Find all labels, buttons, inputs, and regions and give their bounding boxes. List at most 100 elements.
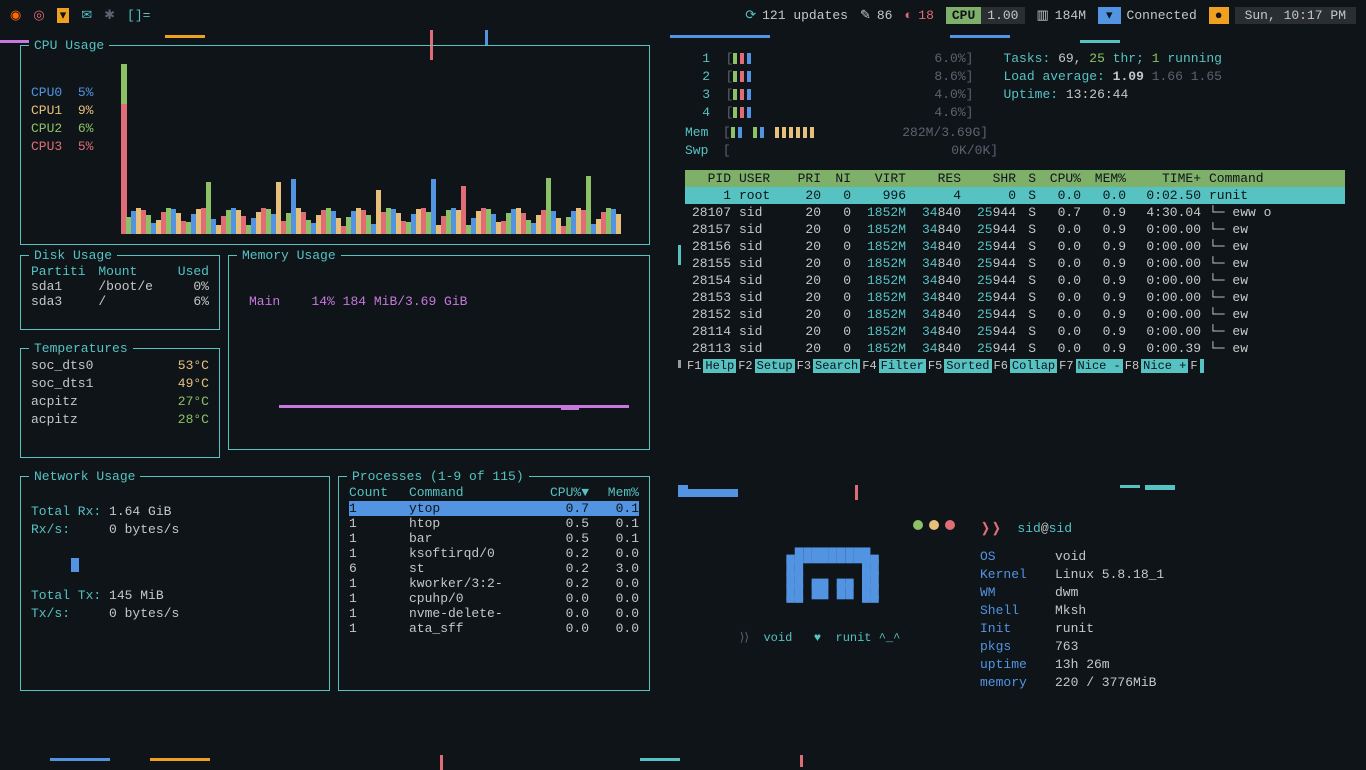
cpu-graph — [121, 64, 639, 234]
temp-row: acpitz27°C — [31, 393, 209, 411]
pocket-icon[interactable]: ▾ — [57, 8, 70, 23]
htop-fn-key[interactable]: F4Filter — [860, 359, 926, 373]
heart-icon: ♥ — [814, 631, 821, 645]
col-header[interactable]: SHR — [965, 171, 1020, 186]
temperatures-panel: Temperatures soc_dts053°Csoc_dts149°Cacp… — [20, 348, 220, 458]
alerts-tray[interactable]: ◐ 18 — [904, 8, 933, 23]
htop-table-header[interactable]: PID USER PRI NI VIRT RES SHR S CPU% MEM%… — [685, 170, 1345, 187]
traffic-light-red-icon[interactable] — [945, 520, 955, 530]
process-row[interactable]: 1kworker/3:2-0.20.0 — [349, 576, 639, 591]
col-header[interactable]: CPU% — [1040, 171, 1085, 186]
htop-process-row[interactable]: 1root20099640S0.00.00:02.50runit — [685, 187, 1345, 204]
neofetch-row: OSvoid — [980, 548, 1345, 566]
proc-header: Count — [349, 485, 409, 500]
htop-fn-key[interactable]: F6Collap — [992, 359, 1058, 373]
process-row[interactable]: 6st0.23.0 — [349, 561, 639, 576]
htop-process-row[interactable]: 28113sid2001852M3484025944S0.00.90:00.39… — [685, 340, 1345, 357]
alert-icon: ◐ — [904, 8, 912, 23]
htop-process-row[interactable]: 28154sid2001852M3484025944S0.00.90:00.00… — [685, 272, 1345, 289]
disk-header: Mount — [98, 264, 170, 279]
htop-fn-key[interactable]: F8Nice + — [1123, 359, 1189, 373]
htop-cpu-bar: 3 [4.0%] — [685, 86, 973, 104]
process-row[interactable]: 1ytop0.70.1 — [349, 501, 639, 516]
htop-fn-key[interactable]: F2Setup — [736, 359, 794, 373]
htop-fn-key[interactable]: F1Help — [685, 359, 736, 373]
packages-tray[interactable]: ✎ 86 — [860, 8, 893, 23]
network-tray[interactable]: ▾ Connected — [1098, 7, 1197, 24]
decor-line — [640, 758, 680, 761]
terminal-window[interactable]: ▄█████████▄ ██ ██ ██ ▄▄ ▄▄ ██ ██ ██ ██ █… — [685, 520, 955, 692]
cpu-usage-panel: CPU Usage CPU0 5%CPU1 9%CPU2 6%CPU3 5% — [20, 45, 650, 245]
htop-process-row[interactable]: 28156sid2001852M3484025944S0.00.90:00.00… — [685, 238, 1345, 255]
col-header[interactable]: RES — [910, 171, 965, 186]
htop-process-row[interactable]: 28157sid2001852M3484025944S0.00.90:00.00… — [685, 221, 1345, 238]
htop-process-row[interactable]: 28107sid2001852M3484025944S0.70.94:30.04… — [685, 204, 1345, 221]
process-row[interactable]: 1bar0.50.1 — [349, 531, 639, 546]
temp-row: acpitz28°C — [31, 411, 209, 429]
tasks-count: 69, — [1058, 51, 1081, 66]
col-header[interactable]: Command — [1205, 171, 1345, 186]
prompt-arrow-icon: ⟩⟩ — [740, 631, 749, 645]
col-header[interactable]: PID — [685, 171, 735, 186]
htop-cpu-bar: 4 [4.6%] — [685, 104, 973, 122]
panel-title: Processes (1-9 of 115) — [347, 469, 529, 484]
mail-icon[interactable]: ✉ — [81, 8, 92, 23]
col-header[interactable]: S — [1020, 171, 1040, 186]
neofetch-row: uptime13h 26m — [980, 656, 1345, 674]
process-row[interactable]: 1ksoftirqd/00.20.0 — [349, 546, 639, 561]
htop-fn-key[interactable]: F — [1188, 359, 1203, 373]
net-tx-total-label: Total Tx: — [31, 588, 101, 603]
workspace-indicator[interactable]: []= — [127, 8, 150, 23]
load-2: 1.66 — [1152, 69, 1183, 84]
traffic-light-yellow-icon[interactable] — [929, 520, 939, 530]
col-header[interactable]: TIME+ — [1130, 171, 1205, 186]
running-label: running — [1167, 51, 1222, 66]
load-1: 1.09 — [1113, 69, 1144, 84]
htop-fn-key[interactable]: F7Nice - — [1057, 359, 1123, 373]
htop-process-row[interactable]: 28152sid2001852M3484025944S0.00.90:00.00… — [685, 306, 1345, 323]
decor-line — [800, 755, 803, 767]
firefox-icon[interactable]: ◉ — [10, 8, 21, 23]
clock-tray[interactable]: ● Sun, 10:17 PM — [1209, 7, 1356, 24]
col-header[interactable]: NI — [825, 171, 855, 186]
traffic-light-green-icon[interactable] — [913, 520, 923, 530]
process-row[interactable]: 1ata_sff0.00.0 — [349, 621, 639, 636]
uptime-label: Uptime: — [1003, 87, 1058, 102]
neofetch-at: @ — [1041, 521, 1049, 536]
cpu-core-row: CPU3 5% — [31, 138, 93, 156]
panel-title: Disk Usage — [29, 248, 117, 263]
mem-label: Mem — [685, 124, 715, 142]
htop-process-row[interactable]: 28155sid2001852M3484025944S0.00.90:00.00… — [685, 255, 1345, 272]
proc-header[interactable]: CPU%▼ — [534, 485, 589, 500]
col-header[interactable]: VIRT — [855, 171, 910, 186]
process-row[interactable]: 1nvme-delete-0.00.0 — [349, 606, 639, 621]
htop-fn-key[interactable]: F5Sorted — [926, 359, 992, 373]
neofetch-host: sid — [1049, 521, 1072, 536]
updates-tray[interactable]: ⟳ 121 updates — [745, 8, 848, 23]
net-tx-total: 145 MiB — [109, 588, 164, 603]
memory-usage-panel: Memory Usage Main 14% 184 MiB/3.69 GiB — [228, 255, 650, 450]
htop-fn-key[interactable]: F3Search — [795, 359, 861, 373]
neofetch-user: sid — [1017, 521, 1040, 536]
tasks-label: Tasks: — [1003, 51, 1050, 66]
memory-tray[interactable]: ▥ 184M — [1037, 8, 1087, 23]
settings-icon[interactable]: ✱ — [104, 8, 115, 23]
col-header[interactable]: USER — [735, 171, 785, 186]
chrome-icon[interactable]: ◎ — [33, 8, 44, 23]
temp-row: soc_dts149°C — [31, 375, 209, 393]
panel-title: Temperatures — [29, 341, 133, 356]
net-rx-rate-label: Rx/s: — [31, 522, 70, 537]
term-os: void — [763, 631, 792, 645]
col-header[interactable]: PRI — [785, 171, 825, 186]
process-row[interactable]: 1htop0.50.1 — [349, 516, 639, 531]
htop-process-row[interactable]: 28153sid2001852M3484025944S0.00.90:00.00… — [685, 289, 1345, 306]
net-rx-total: 1.64 GiB — [109, 504, 171, 519]
panel-title: Network Usage — [29, 469, 140, 484]
cpu-tray[interactable]: CPU1.00 — [946, 8, 1025, 23]
htop-process-row[interactable]: 28114sid2001852M3484025944S0.00.90:00.00… — [685, 323, 1345, 340]
proc-header[interactable]: Mem% — [589, 485, 639, 500]
load-label: Load average: — [1003, 69, 1104, 84]
process-row[interactable]: 1cpuhp/00.00.0 — [349, 591, 639, 606]
panel-title: CPU Usage — [29, 38, 109, 53]
col-header[interactable]: MEM% — [1085, 171, 1130, 186]
